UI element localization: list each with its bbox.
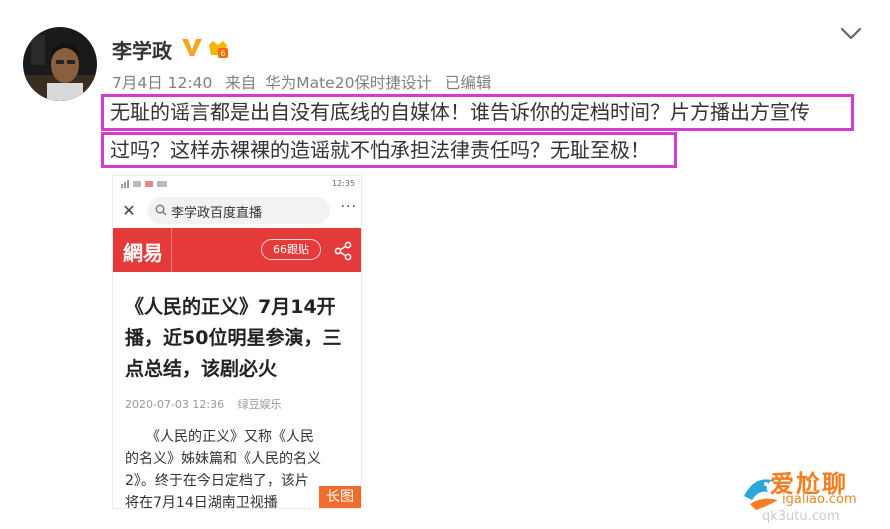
article-title: 《人民的正义》7月14开播，近50位明星参演，三点总结，该剧必火: [125, 296, 342, 380]
article-body-line: 的名义》姊妹篇和《人民的名义: [125, 451, 321, 467]
author-name[interactable]: 李学政: [112, 35, 172, 64]
more-icon: ···: [340, 199, 357, 215]
share-icon: [334, 241, 352, 261]
verified-v-icon: [180, 36, 204, 58]
edited-label[interactable]: 已编辑: [445, 74, 492, 92]
comments-pill: 66跟贴: [261, 239, 321, 260]
signal-icon: [121, 179, 171, 190]
search-icon: [155, 204, 167, 216]
phone-status-bar: 12:35: [113, 176, 361, 192]
vip-badge-icon[interactable]: 6: [206, 36, 230, 60]
close-icon: ✕: [122, 201, 136, 220]
post-timestamp[interactable]: 7月4日 12:40: [112, 74, 212, 92]
long-image-tag: 长图: [319, 486, 361, 508]
article-body-line: 《人民的正义》又称《人民: [125, 429, 314, 445]
avatar[interactable]: [23, 27, 97, 101]
header-divider: [171, 228, 172, 272]
post-text-line-1: 无耻的谣言都是出自没有底线的自媒体！谁告诉你的定档时间？片方播出方宣传: [110, 100, 810, 124]
article-source: 绿豆娱乐: [237, 398, 282, 411]
watermark-url-secondary: qk3utu.com: [762, 509, 840, 524]
attached-image[interactable]: 12:35 ✕ 李学政百度直播 ··· 網易 66跟贴 《人民的正义》7月14开…: [112, 175, 362, 509]
phone-search-text: 李学政百度直播: [171, 206, 263, 221]
phone-search-box: 李学政百度直播: [147, 197, 330, 224]
watermark-url: igaliao.com: [782, 492, 857, 507]
netease-header: 網易 66跟贴: [113, 228, 361, 272]
source-device[interactable]: 华为Mate20保时捷设计: [265, 74, 432, 92]
site-watermark: 爱尬聊 igaliao.com qk3utu.com: [740, 462, 890, 529]
weibo-post: 李学政 6 7月4日 12:40 来自 华为Mate20保时捷设计 已编辑 无耻…: [0, 0, 890, 529]
svg-text:6: 6: [220, 49, 225, 58]
chevron-down-icon[interactable]: [838, 22, 864, 44]
post-meta: 7月4日 12:40 来自 华为Mate20保时捷设计 已编辑: [112, 71, 499, 93]
source-label: 来自: [225, 74, 257, 92]
phone-url-bar: ✕ 李学政百度直播 ···: [113, 194, 361, 228]
article-meta: 2020-07-03 12:36 绿豆娱乐: [125, 396, 292, 412]
netease-logo: 網易: [123, 241, 163, 265]
post-text-line-2: 过吗？这样赤裸裸的造谣就不怕承担法律责任吗？无耻至极！: [110, 138, 650, 162]
phone-clock: 12:35: [331, 179, 355, 188]
article-date: 2020-07-03 12:36: [125, 398, 225, 411]
